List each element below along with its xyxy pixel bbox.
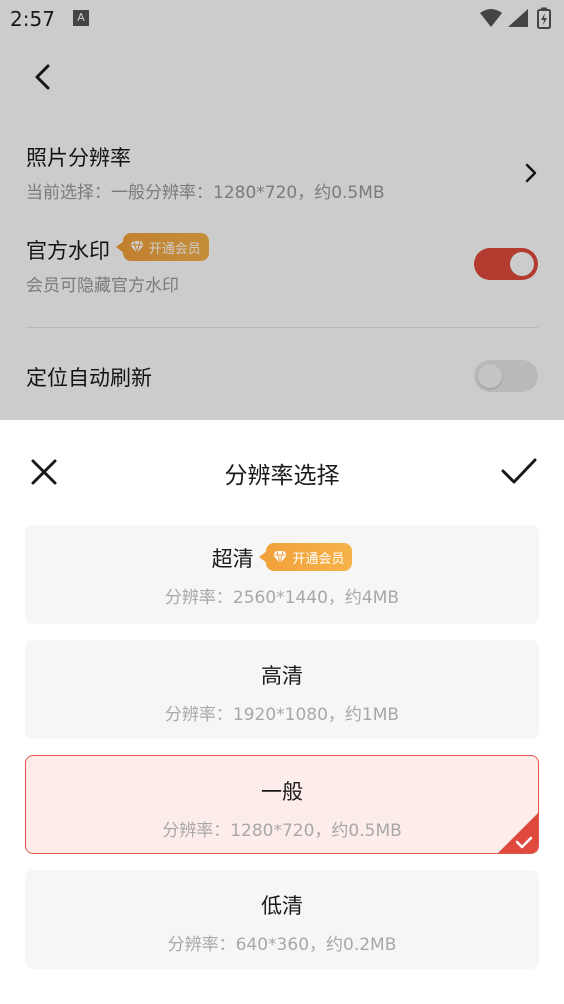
option-title: 一般 [261,780,303,804]
diamond-icon [273,550,288,564]
option-subtitle: 分辨率：640*360，约0.2MB [167,935,397,955]
option-subtitle: 分辨率：1280*720，约0.5MB [162,821,402,841]
resolution-option-normal[interactable]: 一般 分辨率：1280*720，约0.5MB [25,755,539,854]
option-title: 低清 [261,894,303,918]
dim-overlay[interactable] [0,0,564,420]
resolution-option-low[interactable]: 低清 分辨率：640*360，约0.2MB [25,870,539,969]
vip-badge: 开通会员 [259,543,353,571]
option-subtitle: 分辨率：2560*1440，约4MB [164,588,400,608]
option-subtitle: 分辨率：1920*1080，约1MB [164,705,400,725]
selected-check-icon [498,813,538,853]
option-title: 超清 [211,547,254,571]
confirm-button[interactable] [500,456,538,486]
option-title: 高清 [261,664,303,688]
vip-badge-label: 开通会员 [292,551,345,567]
resolution-option-high[interactable]: 高清 分辨率：1920*1080，约1MB [25,640,539,739]
check-icon [501,458,537,484]
resolution-option-ultra[interactable]: 超清 开通会员 分辨率：2560*1440，约4MB [25,525,539,624]
sheet-title: 分辨率选择 [224,463,340,489]
